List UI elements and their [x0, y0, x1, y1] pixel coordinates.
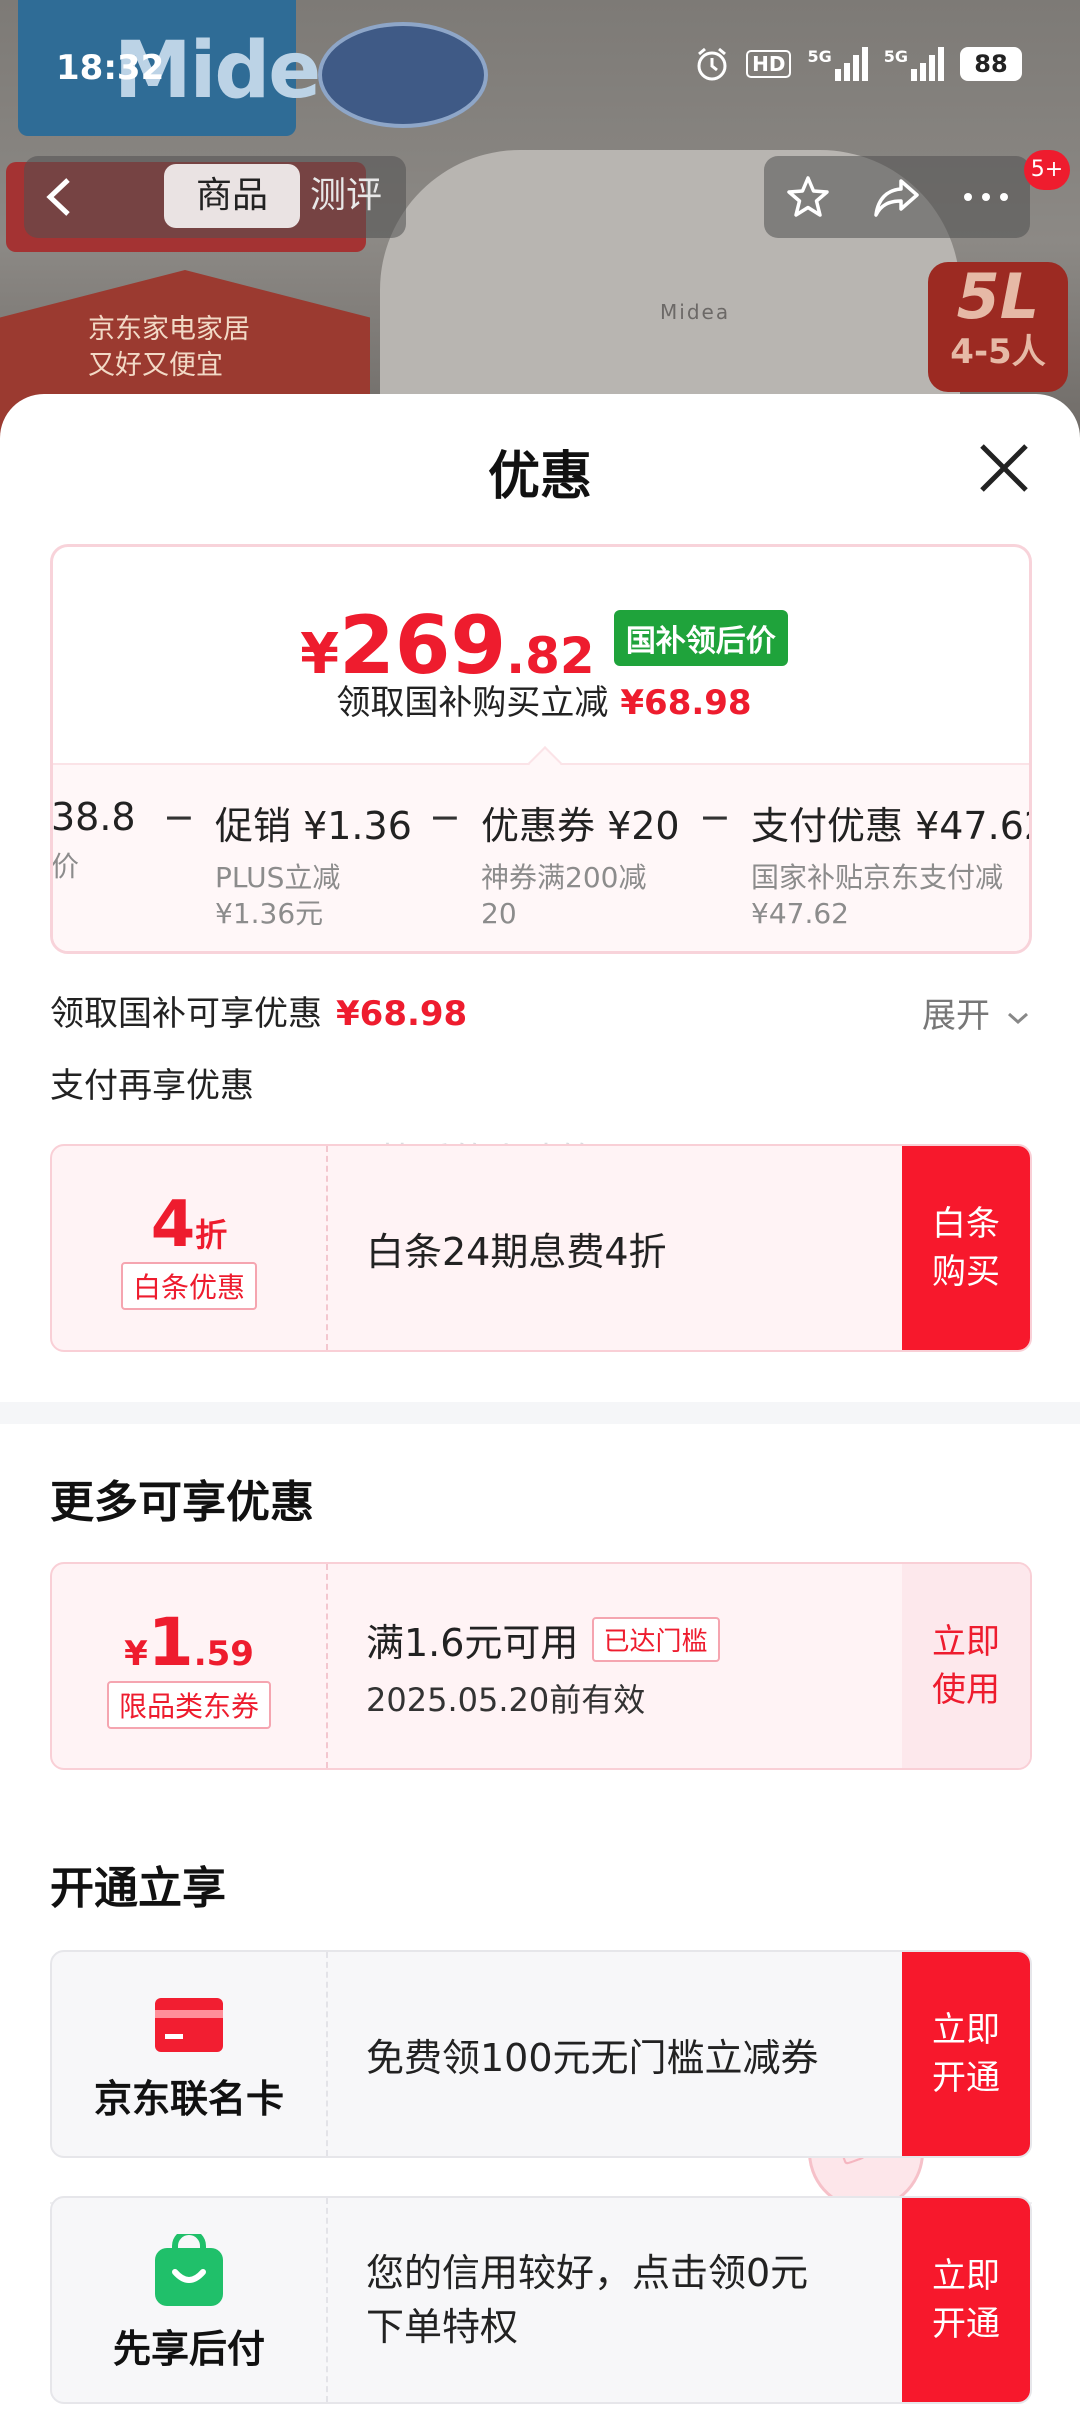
breakdown-item-base-price: 38.8 价 — [51, 795, 136, 883]
pay-later-desc: 您的信用较好，点击领0元 下单特权 — [366, 2251, 809, 2349]
tab-review[interactable]: 测评 — [310, 164, 404, 228]
house-banner-text: 京东家电家居 又好又便宜 — [88, 314, 250, 381]
jd-coupon-card[interactable]: ¥1.59 限品类东券 满1.6元可用 已达门槛 2025.05.20前有效 立… — [50, 1562, 1032, 1770]
chevron-down-icon — [1007, 1012, 1028, 1025]
open-offers-title: 开通立享 — [50, 1863, 226, 1914]
breakdown-item-payment: 支付优惠 ¥47.62 国家补贴京东支付减 ¥47.62 — [751, 804, 1032, 930]
signal-icon: 5G — [807, 47, 868, 81]
discount-sheet: 优惠 ¥269.82 国补领后价 领取国补购买立减 ¥68.98 38.8 价 −… — [0, 394, 1080, 2412]
breakdown-item-promo: 促销 ¥1.36 PLUS立减 ¥1.36元 — [215, 804, 412, 930]
section-divider — [0, 1402, 1080, 1424]
jd-card-desc: 免费领100元无门槛立减券 — [366, 2035, 819, 2080]
minus-sign: − — [163, 795, 195, 839]
price-breakdown[interactable]: 38.8 价 − 促销 ¥1.36 PLUS立减 ¥1.36元 − 优惠券 ¥2… — [51, 763, 1032, 951]
close-icon[interactable] — [972, 436, 1036, 500]
subsidy-reduction-text: 领取国补购买立减 ¥68.98 — [336, 683, 752, 723]
more-icon[interactable] — [956, 167, 1016, 227]
nav-action-bar — [764, 156, 1030, 238]
battery-icon: 88 — [960, 47, 1022, 81]
nav-tab-bar: 商品 测评 — [24, 156, 406, 238]
capacity-badge: 5L 4-5人 — [928, 262, 1068, 392]
threshold-reached-tag: 已达门槛 — [591, 1616, 720, 1662]
baitiao-buy-button[interactable]: 白条 购买 — [902, 1146, 1030, 1350]
expand-button[interactable]: 展开 — [922, 988, 1031, 1037]
star-icon[interactable] — [778, 167, 838, 227]
coupon-desc: 满1.6元可用 已达门槛 2025.05.20前有效 — [366, 1564, 720, 1768]
credit-card-icon — [155, 1998, 223, 2052]
coupon-amount: ¥1.59 限品类东券 — [52, 1564, 328, 1768]
hd-icon: HD — [746, 50, 792, 78]
product-brand-text: Midea — [660, 300, 731, 324]
baitiao-tag: 白条优惠 — [120, 1262, 257, 1310]
top-nav: 商品 测评 5+ — [0, 150, 1080, 238]
jd-card-label: 京东联名卡 — [93, 2077, 284, 2121]
shopping-bag-icon — [155, 2229, 223, 2306]
tab-product[interactable]: 商品 — [164, 164, 300, 228]
jd-card-left: 京东联名卡 — [52, 1952, 328, 2156]
status-bar: 18:32 HD 5G 5G 88 — [0, 38, 1080, 104]
price-summary-card: ¥269.82 国补领后价 领取国补购买立减 ¥68.98 38.8 价 − 促销… — [50, 544, 1032, 954]
signal-icon-2: 5G — [884, 47, 944, 81]
subsidy-row: 领取国补可享优惠 ¥68.98 — [50, 994, 468, 1034]
use-coupon-button[interactable]: 立即 使用 — [902, 1564, 1030, 1768]
coupon-category-tag: 限品类东券 — [106, 1681, 271, 1729]
pay-later-left: 先享后付 — [52, 2198, 328, 2402]
subsidy-price-tag: 国补领后价 — [613, 610, 788, 666]
pay-later-label: 先享后付 — [112, 2327, 265, 2371]
alarm-icon — [697, 47, 727, 81]
jd-credit-card-offer[interactable]: 京东联名卡 免费领100元无门槛立减券 立即 开通 — [50, 1950, 1032, 2158]
pay-later-offer[interactable]: 先享后付 您的信用较好，点击领0元 下单特权 立即 开通 — [50, 2196, 1032, 2404]
pay-more-label: 支付再享优惠 — [50, 1066, 254, 1106]
share-icon[interactable] — [867, 167, 927, 227]
open-pay-later-button[interactable]: 立即 开通 — [902, 2198, 1030, 2402]
back-arrow-icon[interactable] — [38, 174, 84, 220]
status-time: 18:32 — [56, 48, 165, 88]
minus-sign: − — [699, 795, 731, 839]
message-count-badge: 5+ — [1024, 150, 1070, 190]
baitiao-discount: 4折 白条优惠 — [52, 1146, 328, 1350]
open-jd-card-button[interactable]: 立即 开通 — [902, 1952, 1030, 2156]
baitiao-desc: 白条24期息费4折 — [366, 1229, 667, 1274]
status-icons: HD 5G 5G 88 — [694, 46, 1022, 82]
minus-sign: − — [429, 795, 461, 839]
sheet-title: 优惠 — [487, 447, 592, 507]
baitiao-offer-card[interactable]: 4折 白条优惠 白条24期息费4折 白条 购买 — [50, 1144, 1032, 1352]
breakdown-item-coupon: 优惠券 ¥20 神券满200减 20 — [481, 804, 680, 930]
coupon-expiry: 2025.05.20前有效 — [366, 1680, 646, 1719]
more-offers-title: 更多可享优惠 — [50, 1477, 314, 1528]
